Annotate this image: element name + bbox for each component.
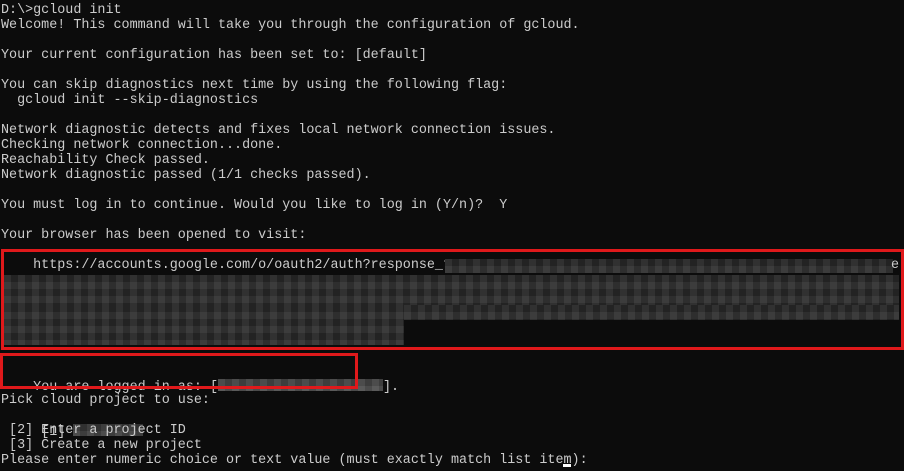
network-check-status: Checking network connection...done. [1, 138, 283, 153]
network-diagnostic-result: Network diagnostic passed (1/1 checks pa… [1, 168, 371, 183]
project-option-2[interactable]: [2] Enter a project ID [1, 423, 186, 438]
project-option-3[interactable]: [3] Create a new project [1, 438, 202, 453]
logged-in-text: You are logged in as: []. [1, 363, 399, 395]
browser-opened-text: Your browser has been opened to visit: [1, 228, 307, 243]
login-prompt: You must log in to continue. Would you l… [1, 198, 508, 213]
logged-in-suffix: ]. [382, 380, 400, 395]
skip-diagnostics-text: You can skip diagnostics next time by us… [1, 78, 508, 93]
redacted-url-block [4, 305, 404, 345]
redacted-account [217, 379, 383, 391]
pick-project-text: Pick cloud project to use: [1, 393, 210, 408]
skip-diagnostics-flag: gcloud init --skip-diagnostics [1, 93, 259, 108]
reachability-status: Reachability Check passed. [1, 153, 210, 168]
choice-prompt[interactable]: Please enter numeric choice or text valu… [1, 453, 604, 468]
auth-url: https://accounts.google.com/o/oauth2/aut… [1, 258, 476, 273]
project-option-1[interactable]: [1] [1, 408, 144, 440]
configuration-text: Your current configuration has been set … [1, 48, 427, 63]
redacted-url-block [404, 305, 899, 320]
redacted-url-segment [445, 259, 893, 273]
network-diagnostic-intro: Network diagnostic detects and fixes loc… [1, 123, 556, 138]
auth-url-tail: e [891, 258, 900, 273]
terminal-window[interactable]: D:\>gcloud init Welcome! This command wi… [0, 0, 904, 471]
text-cursor [563, 464, 571, 467]
welcome-text: Welcome! This command will take you thro… [1, 18, 580, 33]
command-line: D:\>gcloud init [1, 3, 122, 18]
redacted-url-block [4, 275, 899, 305]
